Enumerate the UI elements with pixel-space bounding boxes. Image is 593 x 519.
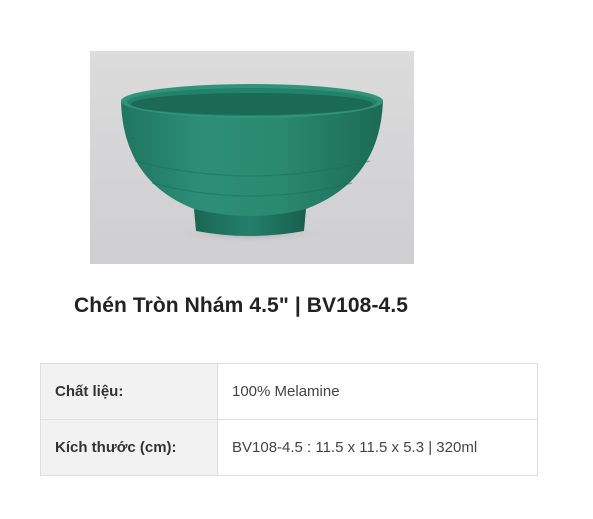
table-row: Kích thước (cm): BV108-4.5 : 11.5 x 11.5… — [40, 419, 538, 476]
bowl-illustration — [121, 84, 383, 243]
product-title: Chén Tròn Nhám 4.5" | BV108-4.5 — [74, 294, 409, 317]
material-label: Chất liệu: — [40, 363, 218, 420]
table-row: Chất liệu: 100% Melamine — [40, 363, 538, 420]
material-value: 100% Melamine — [217, 363, 538, 420]
spec-table: Chất liệu: 100% Melamine Kích thước (cm)… — [40, 363, 538, 476]
size-label: Kích thước (cm): — [40, 419, 218, 476]
size-value: BV108-4.5 : 11.5 x 11.5 x 5.3 | 320ml — [217, 419, 538, 476]
product-image — [90, 51, 414, 264]
